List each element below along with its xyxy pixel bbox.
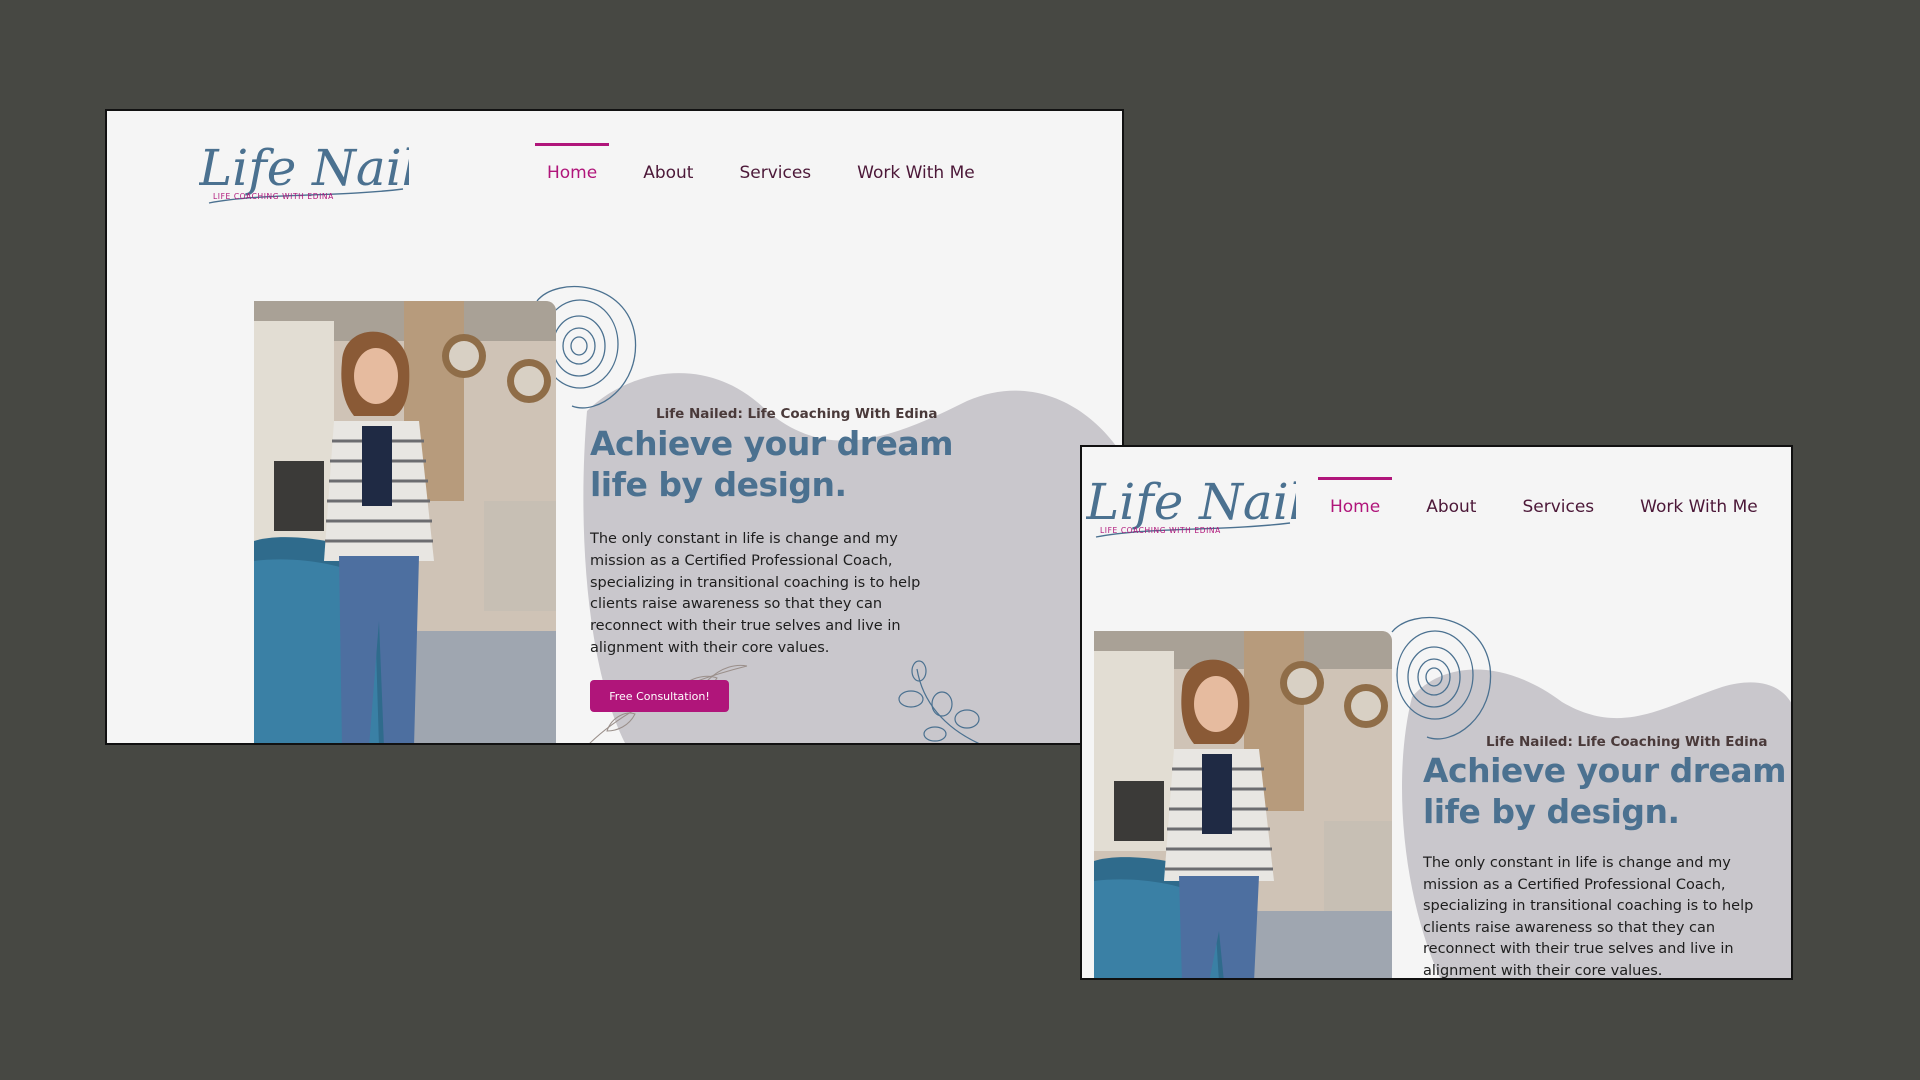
nav-about[interactable]: About <box>1426 497 1476 517</box>
hero-title-line-2: life by design. <box>1423 792 1680 831</box>
nav-services[interactable]: Services <box>1522 497 1594 517</box>
logo-tagline: LIFE COACHING WITH EDINA <box>1100 526 1221 535</box>
nav-services-label: Services <box>739 163 812 183</box>
logo-script: Life Nailed <box>199 139 409 197</box>
nav-home-label: Home <box>547 163 598 183</box>
hero-body-line: The only constant in life is change and … <box>590 531 898 547</box>
logo-script: Life Nailed <box>1086 473 1296 531</box>
nav-about-label: About <box>643 163 694 183</box>
hero-body-line: mission as a Certified Professional Coac… <box>1423 876 1726 893</box>
hero-body: The only constant in life is change and … <box>1423 853 1754 979</box>
hero-title: Achieve your dream life by design. <box>590 423 954 505</box>
hero-body-line: specializing in transitional coaching is… <box>1423 898 1754 914</box>
nav-about[interactable]: About <box>643 163 693 183</box>
hero-body-line: mission as a Certified Professional Coac… <box>590 552 893 569</box>
free-consultation-button[interactable]: Free Consultation! <box>590 680 729 712</box>
hero-body-line: clients raise awareness so that they can <box>1423 919 1716 936</box>
hero-body-line: reconnect with their true selves and liv… <box>1423 941 1734 957</box>
site-logo[interactable]: Life Nailed LIFE COACHING WITH EDINA <box>199 123 409 215</box>
site-logo[interactable]: Life Nailed LIFE COACHING WITH EDINA <box>1086 457 1296 549</box>
hero-title: Achieve your dream life by design. <box>1423 750 1787 832</box>
nav-work-with-me[interactable]: Work With Me <box>857 163 975 183</box>
nav-active-indicator <box>1318 477 1393 480</box>
hero-subtitle: Life Nailed: Life Coaching With Edina <box>656 406 938 422</box>
hero-title-line-1: Achieve your dream <box>590 424 954 463</box>
hero-body-line: reconnect with their true selves and liv… <box>590 618 901 635</box>
nav-home-label: Home <box>1330 497 1381 517</box>
hero-body-line: alignment with their core values. <box>1423 962 1663 979</box>
nav-active-indicator <box>535 143 610 146</box>
nav-services-label: Services <box>1522 497 1595 517</box>
nav-services[interactable]: Services <box>739 163 811 183</box>
hero-title-line-2: life by design. <box>590 465 847 504</box>
nav-work-with-me-label: Work With Me <box>1640 497 1758 517</box>
nav-home[interactable]: Home <box>535 143 610 183</box>
hero-body-line: The only constant in life is change and … <box>1423 855 1731 871</box>
tablet-preview: Life Nailed LIFE COACHING WITH EDINA Hom… <box>1080 445 1793 980</box>
hero-photo <box>1094 631 1392 978</box>
nav-work-with-me[interactable]: Work With Me <box>1640 497 1758 517</box>
logo-tagline: LIFE COACHING WITH EDINA <box>213 192 334 201</box>
nav-home[interactable]: Home <box>1318 477 1393 517</box>
hero-title-line-1: Achieve your dream <box>1423 751 1787 790</box>
main-nav: Home About Services Work With Me <box>1318 477 1758 517</box>
hero-photo <box>254 301 556 743</box>
hero-body-line: specializing in transitional coaching is… <box>590 574 921 591</box>
leaf-decoration-right <box>898 660 980 743</box>
main-nav: Home About Services Work With Me <box>535 143 975 183</box>
hero-body-line: clients raise awareness so that they can <box>590 596 883 613</box>
nav-work-with-me-label: Work With Me <box>857 163 975 183</box>
desktop-preview: Life Nailed LIFE COACHING WITH EDINA Hom… <box>105 109 1124 745</box>
nav-about-label: About <box>1426 497 1477 517</box>
hero-subtitle: Life Nailed: Life Coaching With Edina <box>1486 734 1768 750</box>
hero-body: The only constant in life is change and … <box>590 529 920 660</box>
